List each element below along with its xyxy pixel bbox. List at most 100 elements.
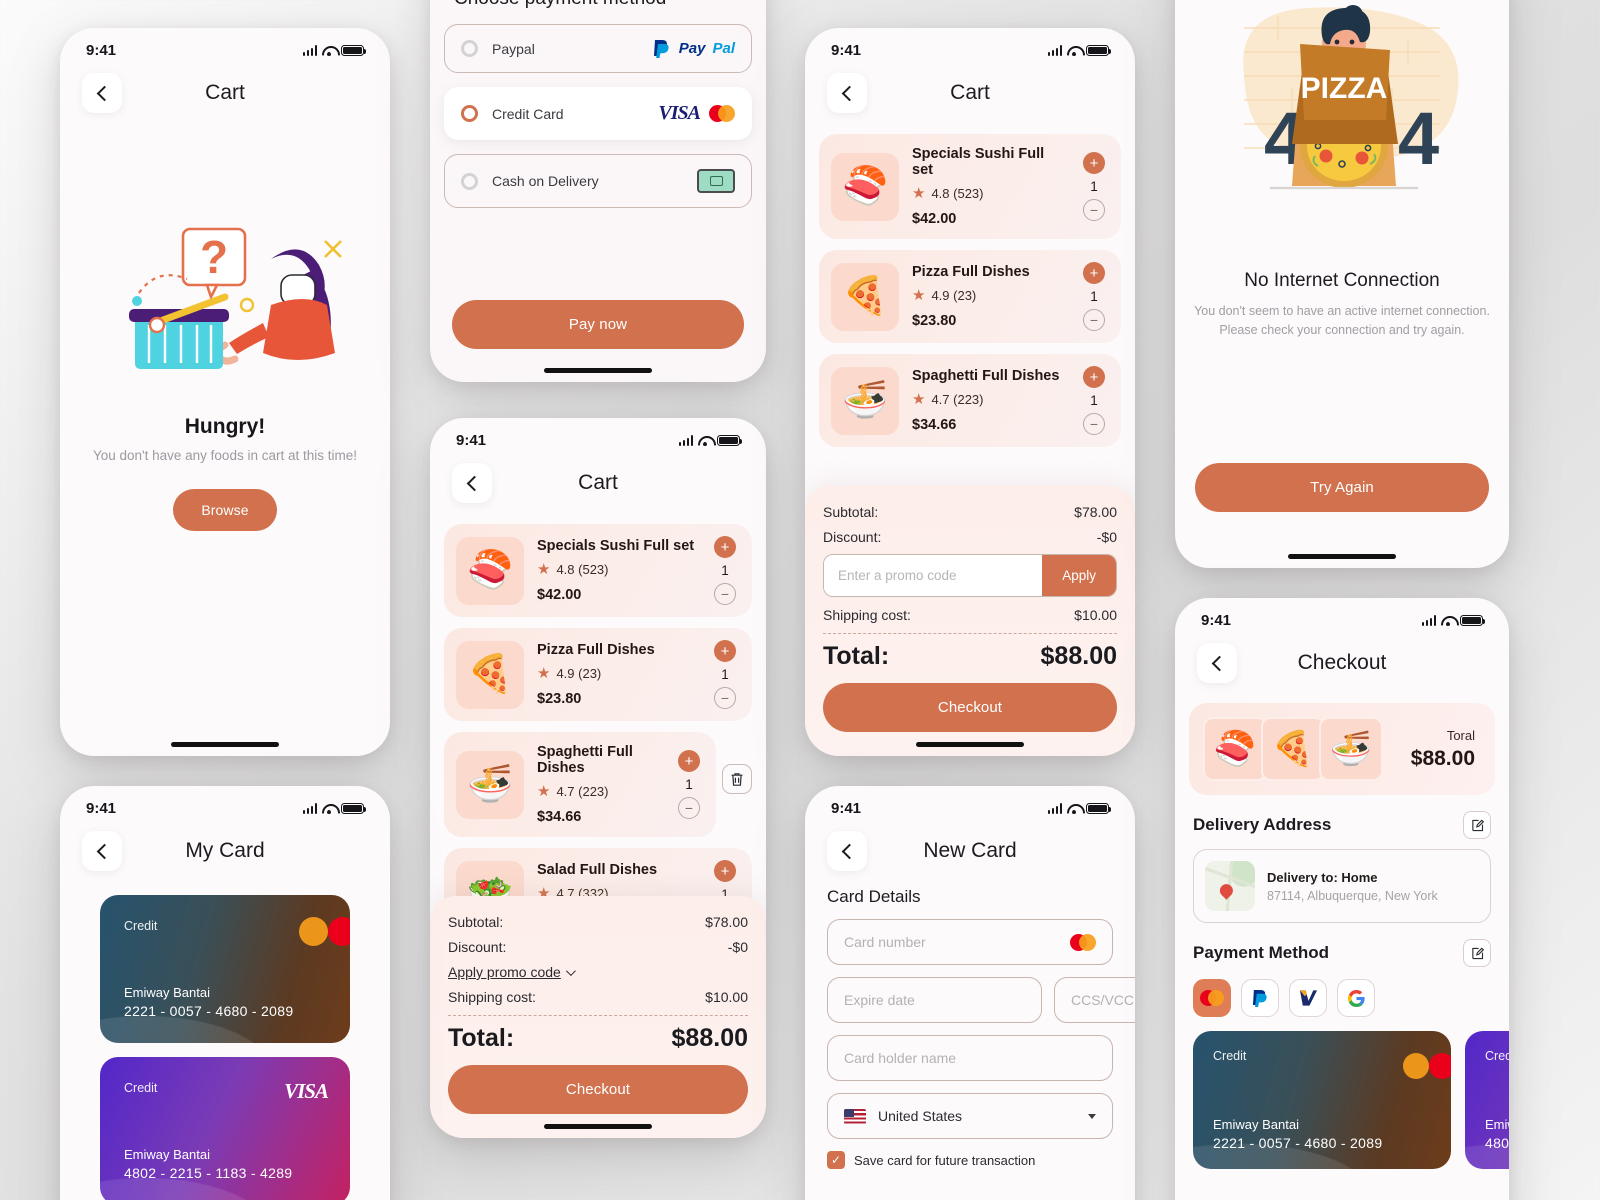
edit-payment-button[interactable] <box>1463 939 1491 967</box>
radio-paypal[interactable] <box>461 40 478 57</box>
home-indicator <box>171 742 279 747</box>
back-button[interactable] <box>1197 643 1237 683</box>
payment-option-paypal[interactable]: Paypal Pay Pal <box>444 24 752 73</box>
chevron-left-icon <box>1211 655 1227 671</box>
home-indicator <box>544 368 652 373</box>
cart-item[interactable]: 🍜 Spaghetti Full Dishes ★ 4.7 (223) $34.6… <box>819 354 1121 447</box>
order-total: Toral $88.00 <box>1411 728 1481 771</box>
payment-icon-venmo[interactable] <box>1289 979 1327 1017</box>
credit-card-mastercard[interactable]: Credit Emiway Bantai 2221 - 0057 - 4680 … <box>100 895 350 1043</box>
back-button[interactable] <box>82 831 122 871</box>
apply-promo-code-link[interactable]: Apply promo code <box>448 964 576 980</box>
discount-label: Discount: <box>448 939 507 955</box>
status-time: 9:41 <box>1201 612 1232 629</box>
increase-qty-button[interactable]: + <box>1083 262 1105 284</box>
chevron-left-icon <box>96 843 112 859</box>
payment-icon-paypal[interactable] <box>1241 979 1279 1017</box>
promo-code-field[interactable]: Apply <box>823 554 1117 597</box>
subtotal-value: $78.00 <box>1074 504 1117 520</box>
increase-qty-button[interactable]: + <box>714 860 736 882</box>
item-rating: ★ 4.9 (23) <box>912 286 1066 304</box>
qty-stepper[interactable]: + 1 − <box>1079 366 1109 435</box>
checkout-button[interactable]: Checkout <box>823 683 1117 732</box>
shipping-row: Shipping cost: $10.00 <box>823 607 1117 623</box>
battery-icon <box>717 434 743 447</box>
radio-credit-card[interactable] <box>461 105 478 122</box>
decrease-qty-button[interactable]: − <box>1083 309 1105 331</box>
edit-address-button[interactable] <box>1463 811 1491 839</box>
total-row: Total: $88.00 <box>823 642 1117 671</box>
qty-stepper[interactable]: + 1 − <box>1079 262 1109 331</box>
credit-card-mastercard[interactable]: Credit Emiway Bantai 2221 - 0057 - 4680 … <box>1193 1031 1451 1169</box>
qty-stepper[interactable]: + 1 − <box>710 536 740 605</box>
decrease-qty-button[interactable]: − <box>1083 199 1105 221</box>
qty-stepper[interactable]: + 1 − <box>674 750 704 819</box>
cvv-input[interactable] <box>1071 992 1135 1008</box>
pay-now-button[interactable]: Pay now <box>452 300 744 349</box>
cart-item[interactable]: 🍕 Pizza Full Dishes ★ 4.9 (23) $23.80 + 1… <box>819 250 1121 343</box>
delete-item-button[interactable] <box>722 764 752 794</box>
back-button[interactable] <box>827 831 867 871</box>
decrease-qty-button[interactable]: − <box>678 797 700 819</box>
credit-card-visa[interactable]: Credit VISA Emiway Bantai 4802 - 2215 - … <box>100 1057 350 1200</box>
visa-logo: VISA <box>284 1079 329 1103</box>
status-bar: 9:41 <box>1175 598 1509 631</box>
increase-qty-button[interactable]: + <box>714 536 736 558</box>
save-card-checkbox[interactable]: ✓ <box>827 1151 845 1169</box>
item-thumbnail: 🍣 <box>831 152 899 221</box>
status-icons <box>678 434 743 447</box>
expire-date-input[interactable] <box>844 992 1025 1008</box>
cart-item[interactable]: 🍕 Pizza Full Dishes ★ 4.9 (23) $23.80 + 1… <box>444 628 752 721</box>
increase-qty-button[interactable]: + <box>1083 152 1105 174</box>
back-button[interactable] <box>452 463 492 503</box>
decrease-qty-button[interactable]: − <box>1083 413 1105 435</box>
chevron-left-icon <box>841 85 857 101</box>
payment-option-cash[interactable]: Cash on Delivery <box>444 154 752 208</box>
saved-cards-carousel[interactable]: Credit Emiway Bantai 2221 - 0057 - 4680 … <box>1175 1017 1509 1169</box>
card-number-field[interactable] <box>827 919 1113 965</box>
item-name: Salad Full Dishes <box>537 862 658 878</box>
try-again-button[interactable]: Try Again <box>1195 462 1489 512</box>
increase-qty-button[interactable]: + <box>714 640 736 662</box>
chevron-down-icon <box>565 965 576 976</box>
back-button[interactable] <box>827 73 867 113</box>
apply-promo-button[interactable]: Apply <box>1042 555 1116 596</box>
qty-stepper[interactable]: + 1 − <box>1079 152 1109 221</box>
map-thumbnail <box>1205 861 1255 911</box>
card-holder-field[interactable] <box>827 1035 1113 1081</box>
save-card-checkbox-row[interactable]: ✓ Save card for future transaction <box>805 1139 1135 1169</box>
battery-icon <box>1086 44 1112 57</box>
paypal-wordmark-b: Pal <box>712 40 735 57</box>
screen-checkout: 9:41 Checkout 🍣 🍕 🍜 Toral $88.00 Deliver… <box>1175 598 1509 1200</box>
browse-button[interactable]: Browse <box>173 489 277 531</box>
payment-icon-mastercard[interactable] <box>1193 979 1231 1017</box>
back-button[interactable] <box>82 73 122 113</box>
decrease-qty-button[interactable]: − <box>714 583 736 605</box>
checkout-button[interactable]: Checkout <box>448 1065 748 1114</box>
cart-item-swiped[interactable]: 🍜 Spaghetti Full Dishes ★ 4.7 (223) $34.6… <box>444 732 716 837</box>
delivery-address-header: Delivery Address <box>1175 795 1509 839</box>
payment-icon-google-pay[interactable] <box>1337 979 1375 1017</box>
qty-stepper[interactable]: + 1 − <box>710 640 740 709</box>
star-icon: ★ <box>537 561 551 578</box>
shipping-row: Shipping cost: $10.00 <box>448 989 748 1005</box>
us-flag-icon <box>844 1108 866 1124</box>
increase-qty-button[interactable]: + <box>1083 366 1105 388</box>
payment-option-credit-card[interactable]: Credit Card VISA <box>444 87 752 140</box>
item-thumbnail: 🍜 <box>456 750 524 819</box>
decrease-qty-button[interactable]: − <box>714 687 736 709</box>
cart-item[interactable]: 🍣 Specials Sushi Full set ★ 4.8 (523) $42… <box>819 134 1121 239</box>
home-indicator <box>916 742 1024 747</box>
cart-item[interactable]: 🍣 Specials Sushi Full set ★ 4.8 (523) $42… <box>444 524 752 617</box>
delivery-address-card[interactable]: Delivery to: Home 87114, Albuquerque, Ne… <box>1193 849 1491 923</box>
card-number-input[interactable] <box>844 934 1070 950</box>
country-select[interactable]: United States <box>827 1093 1113 1139</box>
expire-date-field[interactable] <box>827 977 1042 1023</box>
card-holder-input[interactable] <box>844 1050 1096 1066</box>
order-summary: 🍣 🍕 🍜 Toral $88.00 <box>1189 703 1495 795</box>
promo-code-input[interactable] <box>824 555 1043 596</box>
cvv-field[interactable] <box>1054 977 1135 1023</box>
credit-card-visa[interactable]: Credit Emiway Bantai 4802 - 2215 - 1183 … <box>1465 1031 1509 1169</box>
increase-qty-button[interactable]: + <box>678 750 700 772</box>
radio-cash-on-delivery[interactable] <box>461 172 478 190</box>
